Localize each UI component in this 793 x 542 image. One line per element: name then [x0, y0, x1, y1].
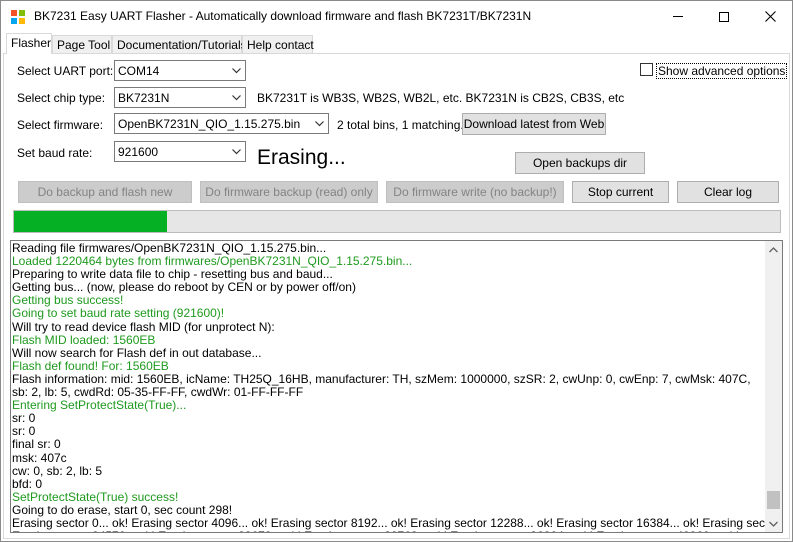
backup-and-flash-button[interactable]: Do backup and flash new — [18, 181, 192, 203]
scroll-down-button[interactable] — [765, 515, 782, 532]
log-line: Going to do erase, start 0, sec count 29… — [12, 503, 233, 517]
advanced-options-checkbox[interactable] — [640, 63, 653, 76]
chevron-down-icon — [315, 121, 324, 127]
uart-port-label: Select UART port: — [17, 64, 114, 78]
firmware-value: OpenBK7231N_QIO_1.15.275.bin — [118, 117, 301, 131]
write-only-button[interactable]: Do firmware write (no backup!) — [386, 181, 564, 203]
uart-port-value: COM14 — [118, 64, 160, 78]
firmware-select[interactable]: OpenBK7231N_QIO_1.15.275.bin — [114, 113, 329, 134]
open-backups-button[interactable]: Open backups dir — [515, 152, 645, 174]
minimize-button[interactable] — [655, 1, 701, 32]
chip-type-select[interactable]: BK7231N — [114, 87, 246, 108]
log-line: Erasing sector 24576... ok! Erasing sect… — [12, 530, 767, 532]
log-line: Will try to read device flash MID (for u… — [12, 320, 275, 334]
log-line: Preparing to write data file to chip - r… — [12, 268, 333, 282]
chip-type-value: BK7231N — [118, 91, 170, 105]
chevron-up-icon — [769, 246, 778, 252]
log-line: Flash def found! For: 1560EB — [12, 359, 169, 373]
progress-fill — [14, 211, 168, 232]
log-line: sr: 0 — [12, 425, 36, 439]
log-line: Erasing sector 0... ok! Erasing sector 4… — [12, 516, 767, 530]
maximize-button[interactable] — [701, 1, 747, 32]
log-line: sr: 0 — [12, 412, 36, 426]
minimize-icon — [673, 16, 683, 17]
baud-rate-value: 921600 — [118, 145, 159, 159]
progress-bar — [13, 210, 781, 233]
scroll-thumb[interactable] — [767, 491, 780, 509]
status-text: Erasing... — [257, 146, 346, 169]
close-button[interactable] — [747, 1, 792, 32]
tab-help-contact[interactable]: Help contact — [242, 35, 314, 53]
app-icon — [11, 10, 25, 24]
close-icon — [764, 11, 776, 22]
firmware-label: Select firmware: — [17, 118, 104, 132]
uart-port-select[interactable]: COM14 — [114, 60, 246, 81]
log-line: Flash MID loaded: 1560EB — [12, 333, 156, 347]
chip-type-label: Select chip type: — [17, 91, 106, 105]
firmware-match-note: 2 total bins, 1 matching. — [337, 118, 464, 132]
tab-documentation[interactable]: Documentation/Tutorials — [112, 35, 247, 53]
advanced-options-label[interactable]: Show advanced options — [656, 63, 788, 79]
log-line: Will now search for Flash def in out dat… — [12, 346, 262, 360]
scroll-up-button[interactable] — [765, 241, 782, 258]
app-window: BK7231 Easy UART Flasher - Automatically… — [0, 0, 793, 542]
tab-page-tool[interactable]: Page Tool — [52, 35, 112, 53]
log-output[interactable]: Reading file firmwares/OpenBK7231N_QIO_1… — [10, 240, 783, 533]
maximize-icon — [719, 11, 729, 22]
log-line: Going to set baud rate setting (921600)! — [12, 307, 225, 321]
chevron-down-icon — [769, 521, 778, 527]
chip-type-note: BK7231T is WB3S, WB2S, WB2L, etc. BK7231… — [257, 91, 625, 105]
download-latest-button[interactable]: Download latest from Web — [462, 113, 606, 135]
chevron-down-icon — [232, 149, 241, 155]
log-line: final sr: 0 — [12, 438, 61, 452]
log-line: bfd: 0 — [12, 477, 43, 491]
log-line: Getting bus... (now, please do reboot by… — [12, 281, 356, 295]
log-line: cw: 0, sb: 2, lb: 5 — [12, 464, 103, 478]
clear-log-button[interactable]: Clear log — [677, 181, 779, 203]
stop-current-button[interactable]: Stop current — [572, 181, 669, 203]
tab-flasher[interactable]: Flasher — [6, 33, 52, 54]
log-line: msk: 407c — [12, 451, 67, 465]
log-line: Flash information: mid: 1560EB, icName: … — [12, 372, 751, 400]
log-scrollbar[interactable] — [765, 241, 782, 532]
chevron-down-icon — [232, 68, 241, 74]
window-title: BK7231 Easy UART Flasher - Automatically… — [34, 9, 532, 23]
backup-only-button[interactable]: Do firmware backup (read) only — [200, 181, 378, 203]
title-bar[interactable]: BK7231 Easy UART Flasher - Automatically… — [1, 1, 792, 32]
log-line: Reading file firmwares/OpenBK7231N_QIO_1… — [12, 242, 327, 255]
tab-strip: Flasher Page Tool Documentation/Tutorial… — [4, 33, 790, 54]
log-line: Loaded 1220464 bytes from firmwares/Open… — [12, 255, 413, 269]
chevron-down-icon — [232, 95, 241, 101]
baud-rate-select[interactable]: 921600 — [114, 141, 246, 162]
log-line: SetProtectState(True) success! — [12, 490, 179, 504]
log-lines: Reading file firmwares/OpenBK7231N_QIO_1… — [12, 242, 767, 532]
log-line: Entering SetProtectState(True)... — [12, 399, 187, 413]
baud-rate-label: Set baud rate: — [17, 146, 93, 160]
log-line: Getting bus success! — [12, 294, 124, 308]
